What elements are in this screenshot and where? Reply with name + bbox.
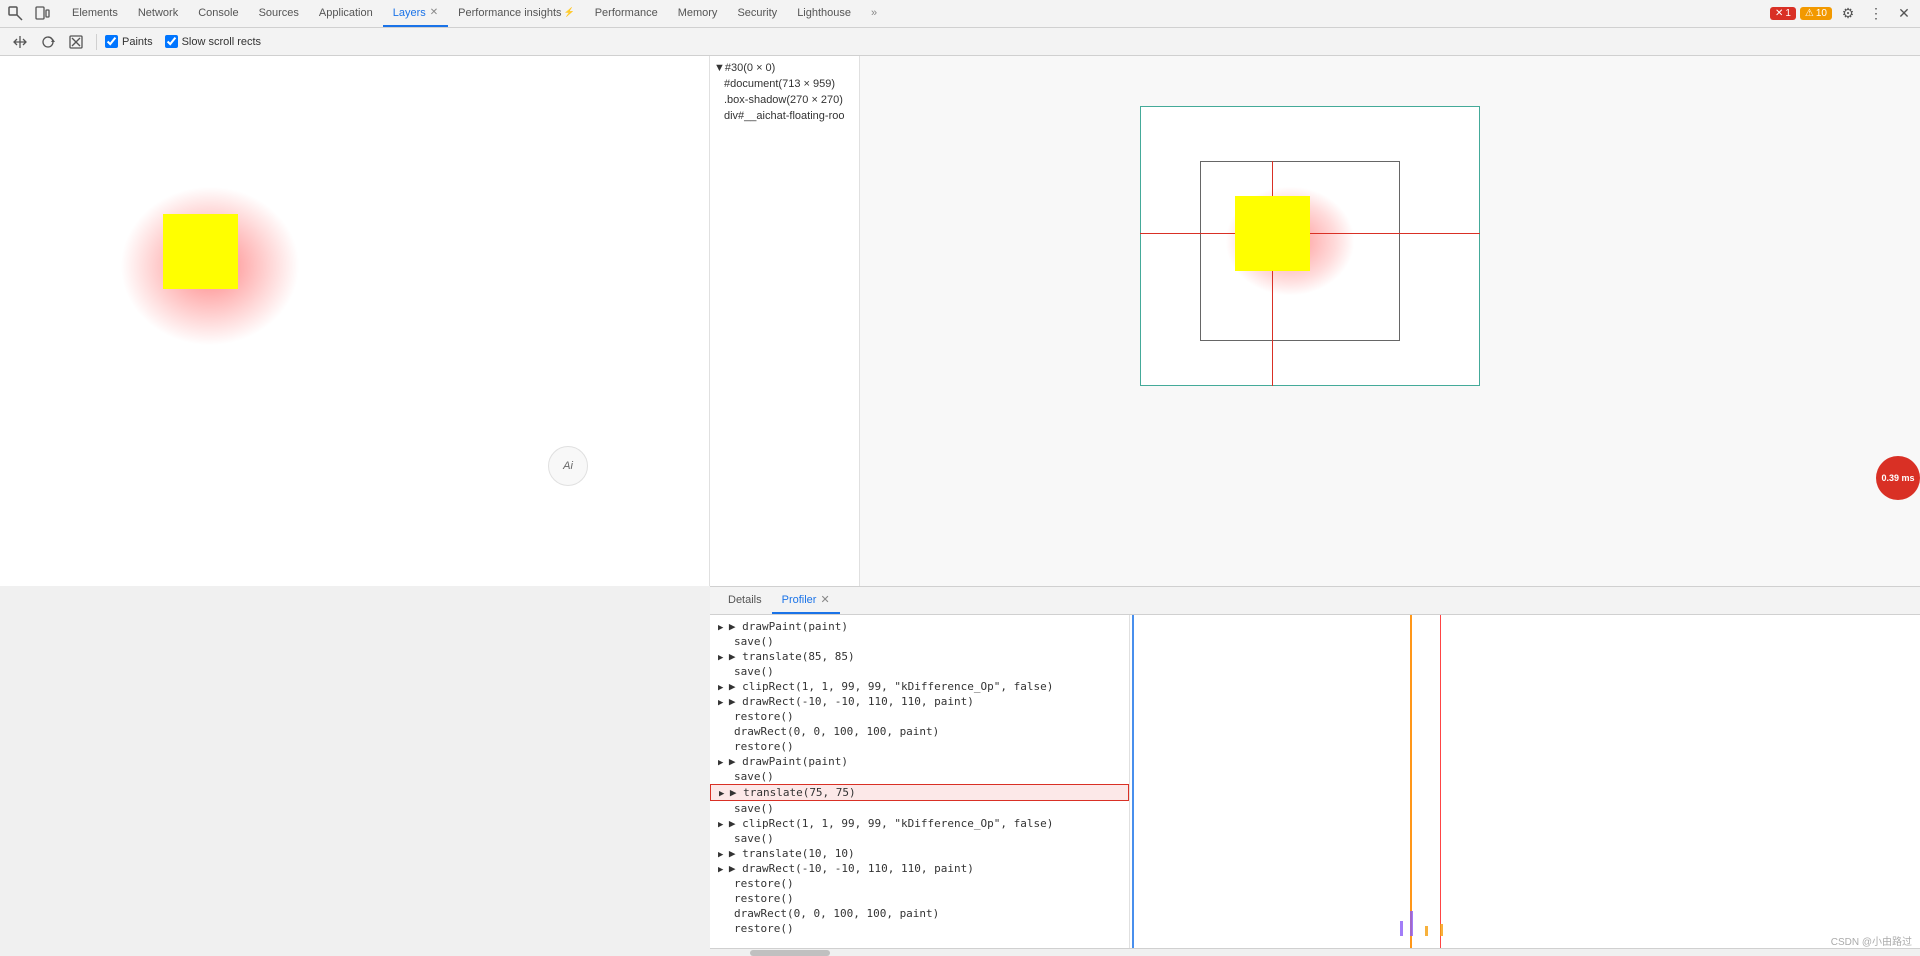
tab-lighthouse[interactable]: Lighthouse: [787, 0, 861, 27]
profiler-item-8[interactable]: restore(): [710, 739, 1129, 754]
paints-checkbox[interactable]: [105, 35, 118, 48]
profiler-item-18[interactable]: restore(): [710, 891, 1129, 906]
layers-tree-panel: ▼#30(0 × 0) #document(713 × 959) .box-sh…: [710, 56, 860, 586]
profiler-item-14[interactable]: save(): [710, 831, 1129, 846]
ai-chat-button[interactable]: Ai: [548, 446, 588, 486]
tab-security[interactable]: Security: [727, 0, 787, 27]
tab-memory[interactable]: Memory: [668, 0, 728, 27]
profiler-item-11[interactable]: ▶ translate(75, 75): [710, 784, 1129, 801]
bottom-tabs: Details Profiler ✕: [710, 587, 1920, 615]
layer-yellow-box: [1235, 196, 1310, 271]
yellow-box: [163, 214, 238, 289]
tree-item-aichat[interactable]: div#__aichat-floating-roo: [710, 108, 859, 124]
tab-layers[interactable]: Layers ✕: [383, 0, 448, 27]
tab-elements[interactable]: Elements: [62, 0, 128, 27]
profiler-item-13[interactable]: ▶ clipRect(1, 1, 99, 99, "kDifference_Op…: [710, 816, 1129, 831]
scrollbar-thumb[interactable]: [750, 950, 830, 956]
rotate-btn[interactable]: [36, 30, 60, 54]
profiler-item-15[interactable]: ▶ translate(10, 10): [710, 846, 1129, 861]
toolbar-right: ✕ 1 ⚠ 10 ⚙ ⋮ ✕: [1770, 2, 1916, 26]
customize-btn[interactable]: ⋮: [1864, 2, 1888, 26]
slow-scroll-checkbox[interactable]: [165, 35, 178, 48]
tree-item-box-shadow[interactable]: .box-shadow(270 × 270): [710, 92, 859, 108]
layer-viz-panel: [860, 56, 1920, 586]
spark-3: [1425, 926, 1428, 936]
error-icon: ✕: [1775, 8, 1783, 19]
profiler-item-19[interactable]: drawRect(0, 0, 100, 100, paint): [710, 906, 1129, 921]
close-devtools-btn[interactable]: ✕: [1892, 2, 1916, 26]
profiler-item-12[interactable]: save(): [710, 801, 1129, 816]
timeline-bar-red: [1440, 615, 1441, 948]
tab-application[interactable]: Application: [309, 0, 383, 27]
timer-badge: 0.39 ms: [1876, 456, 1920, 500]
tab-layers-close[interactable]: ✕: [430, 7, 438, 18]
profiler-item-5[interactable]: ▶ drawRect(-10, -10, 110, 110, paint): [710, 694, 1129, 709]
profiler-item-0[interactable]: ▶ drawPaint(paint): [710, 619, 1129, 634]
tab-console[interactable]: Console: [188, 0, 248, 27]
profiler-chart[interactable]: [1130, 615, 1920, 948]
profiler-item-17[interactable]: restore(): [710, 876, 1129, 891]
timeline-bar-orange: [1410, 615, 1412, 948]
bottom-scrollbar[interactable]: [710, 948, 1920, 956]
error-badge[interactable]: ✕ 1: [1770, 7, 1796, 20]
tree-item-root[interactable]: ▼#30(0 × 0): [710, 60, 859, 76]
toolbar-left-icons: [4, 2, 62, 26]
pan-btn[interactable]: [8, 30, 32, 54]
inspect-element-btn[interactable]: [4, 2, 28, 26]
tabs-container: Elements Network Console Sources Applica…: [62, 0, 887, 27]
tab-sources[interactable]: Sources: [249, 0, 309, 27]
profiler-item-16[interactable]: ▶ drawRect(-10, -10, 110, 110, paint): [710, 861, 1129, 876]
webpage-area: Ai: [0, 56, 710, 586]
device-toolbar-btn[interactable]: [30, 2, 54, 26]
profiler-item-10[interactable]: save(): [710, 769, 1129, 784]
profiler-item-2[interactable]: ▶ translate(85, 85): [710, 649, 1129, 664]
tab-network[interactable]: Network: [128, 0, 188, 27]
tab-profiler[interactable]: Profiler ✕: [772, 587, 840, 614]
layer-crosshair-horizontal: [1140, 233, 1480, 234]
slow-scroll-checkbox-label[interactable]: Slow scroll rects: [165, 35, 261, 48]
perf-insights-icon: ⚡: [564, 7, 575, 18]
profiler-item-4[interactable]: ▶ clipRect(1, 1, 99, 99, "kDifference_Op…: [710, 679, 1129, 694]
watermark: CSDN @小由路过: [1831, 933, 1912, 948]
profiler-item-20[interactable]: restore(): [710, 921, 1129, 936]
bottom-panel: Details Profiler ✕ ▶ drawPaint(paint) sa…: [710, 586, 1920, 956]
layer-crosshair-vertical: [1272, 161, 1273, 386]
profiler-tab-close[interactable]: ✕: [820, 593, 829, 606]
profiler-item-3[interactable]: save(): [710, 664, 1129, 679]
spark-4: [1440, 924, 1443, 936]
devtools-toolbar: Elements Network Console Sources Applica…: [0, 0, 1920, 28]
profiler-content: ▶ drawPaint(paint) save() ▶ translate(85…: [710, 615, 1920, 948]
warning-badge[interactable]: ⚠ 10: [1800, 7, 1832, 20]
timeline-marker-blue: [1132, 615, 1134, 948]
profiler-item-7[interactable]: drawRect(0, 0, 100, 100, paint): [710, 724, 1129, 739]
tab-performance[interactable]: Performance: [585, 0, 668, 27]
reset-btn[interactable]: [64, 30, 88, 54]
tab-details[interactable]: Details: [718, 587, 772, 614]
profiler-item-6[interactable]: restore(): [710, 709, 1129, 724]
spark-1: [1400, 921, 1403, 936]
main-area: Ai ▼#30(0 × 0) #document(713 × 959) .box…: [0, 56, 1920, 586]
layer-visualization: [1140, 106, 1500, 396]
tab-performance-insights[interactable]: Performance insights ⚡: [448, 0, 585, 27]
profiler-tree: ▶ drawPaint(paint) save() ▶ translate(85…: [710, 615, 1130, 948]
layers-toolbar: Paints Slow scroll rects: [0, 28, 1920, 56]
warning-icon: ⚠: [1805, 8, 1814, 19]
toolbar-separator: [96, 34, 97, 50]
settings-btn[interactable]: ⚙: [1836, 2, 1860, 26]
spark-2: [1410, 911, 1413, 936]
profiler-item-9[interactable]: ▶ drawPaint(paint): [710, 754, 1129, 769]
tab-more[interactable]: »: [861, 0, 887, 27]
paints-checkbox-label[interactable]: Paints: [105, 35, 153, 48]
profiler-item-1[interactable]: save(): [710, 634, 1129, 649]
tree-item-document[interactable]: #document(713 × 959): [710, 76, 859, 92]
